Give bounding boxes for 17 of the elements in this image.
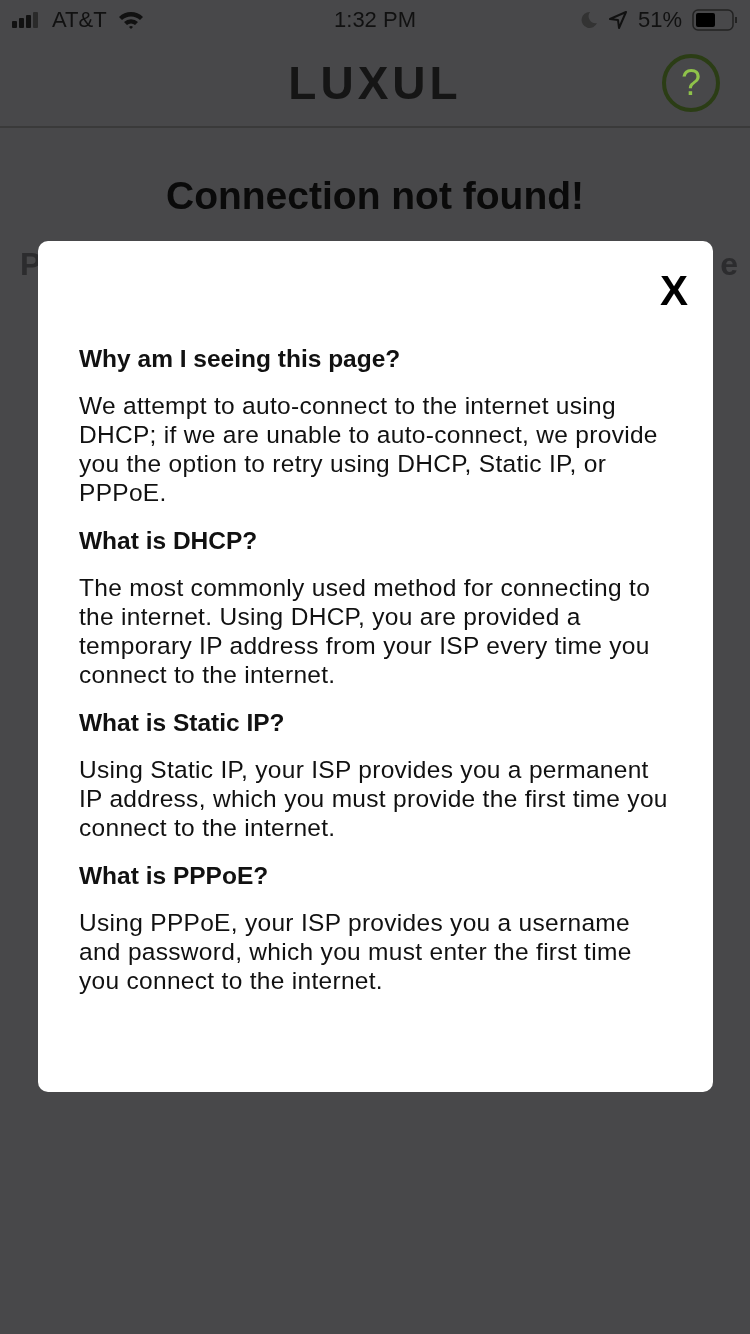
section-heading: What is PPPoE? [79, 862, 270, 890]
status-time: 1:32 PM [334, 7, 416, 33]
help-button[interactable]: ? [662, 54, 720, 112]
section-text: Using PPPoE, your ISP provides you a username and password, which you must enter the first time you connect to the internet. [79, 908, 633, 995]
carrier-name: AT&T [52, 7, 107, 33]
section-heading: What is DHCP? [79, 527, 259, 555]
moon-icon [579, 11, 598, 29]
battery-percent: 51% [637, 7, 682, 33]
section-heading: Why am I seeing this page? [79, 345, 402, 373]
section-heading: What is Static IP? [79, 709, 286, 737]
page-title: Connection not found! [164, 174, 586, 218]
section-text: We attempt to auto-connect to the internet using DHCP; if we are unable to auto-connect, we provide you the option to retry using DHCP, Static IP, or PPPoE. [79, 391, 659, 507]
close-button[interactable]: X [660, 267, 688, 315]
section-text: Using Static IP, your ISP provides you a permanent IP address, which you must provide the first time you connect to the internet. [79, 755, 669, 842]
battery-icon [692, 9, 738, 31]
section-text: The most commonly used method for connecting to the internet. Using DHCP, you are provided a temporary IP address from your ISP every time you connect to the internet. [79, 573, 652, 689]
location-arrow-icon [607, 10, 628, 30]
